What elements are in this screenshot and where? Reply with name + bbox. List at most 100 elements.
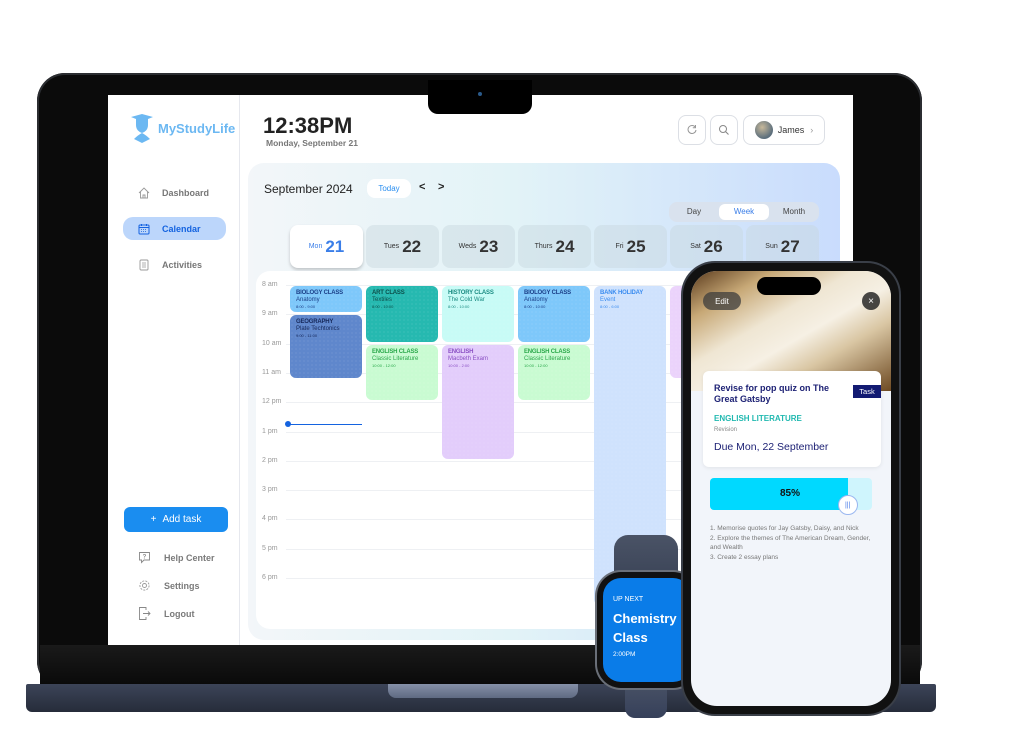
hour-label: 3 pm <box>262 486 278 494</box>
user-menu-button[interactable]: James › <box>743 115 825 145</box>
day-header-weds[interactable]: Weds 23 <box>442 225 515 268</box>
hour-label: 6 pm <box>262 574 278 581</box>
prev-week-button[interactable]: < <box>419 181 425 193</box>
sidebar-item-activities[interactable]: Activities <box>123 253 226 276</box>
watch-event-title: Chemistry Class <box>613 611 677 645</box>
note-item: 2. Explore the themes of The American Dr… <box>710 534 871 552</box>
watch-screen[interactable]: UP NEXT Chemistry Class 2:00PM <box>603 578 691 682</box>
event-time: 10:00 - 12:00 <box>524 362 548 368</box>
sidebar-item-label: Activities <box>162 259 203 270</box>
close-icon[interactable]: × <box>862 292 880 310</box>
task-notes: 1. Memorise quotes for Jay Gatsby, Daisy… <box>710 524 875 562</box>
calendar-event[interactable]: BIOLOGY CLASS Anatomy 8:00 - 9:00 <box>290 286 362 313</box>
calendar-icon <box>138 223 150 234</box>
event-subtitle: Macbeth Exam <box>448 355 489 362</box>
graduate-logo-icon <box>131 114 153 143</box>
phone-screen: Edit × Revise for pop quiz on The Great … <box>691 271 891 706</box>
task-subject: ENGLISH LITERATURE <box>714 414 802 423</box>
search-icon <box>719 125 729 135</box>
calendar-event[interactable]: ENGLISH CLASS Classic Literature 10:00 - 1… <box>366 344 438 401</box>
hour-label: 11 am <box>262 368 281 376</box>
next-week-button[interactable]: > <box>438 181 444 193</box>
logo-text: MyStudyLife <box>158 120 236 136</box>
smartwatch: UP NEXT Chemistry Class 2:00PM <box>597 572 697 688</box>
view-day-tab[interactable]: Day <box>669 204 719 220</box>
avatar <box>754 121 773 139</box>
logout-link[interactable]: Logout <box>138 606 195 621</box>
up-next-label: UP NEXT <box>613 596 644 603</box>
edit-button[interactable]: Edit <box>703 292 741 310</box>
help-center-label: Help Center <box>164 552 215 563</box>
event-title: ENGLISH <box>448 348 474 355</box>
laptop-hinge-notch <box>388 684 578 698</box>
event-title: ART CLASS <box>372 290 405 296</box>
day-header-mon[interactable]: Mon 21 <box>290 225 363 268</box>
refresh-icon <box>687 125 697 134</box>
settings-link[interactable]: Settings <box>138 579 200 592</box>
week-day-headers: Mon 21 Tues 22 Weds 23 Thurs 24 Fri 25 Sat 26 Sun 27 <box>290 225 819 268</box>
day-header-tues[interactable]: Tues 22 <box>366 225 439 268</box>
add-task-button[interactable]: + Add task <box>124 507 228 532</box>
smartphone: Edit × Revise for pop quiz on The Great … <box>683 263 899 714</box>
task-due-date: Due Mon, 22 September <box>714 441 829 453</box>
day-name: Fri <box>615 243 624 250</box>
event-title: BANK HOLIDAY <box>600 290 644 296</box>
current-time-line <box>288 424 362 426</box>
calendar-event[interactable]: GEOGRAPHY Plate Techtonics 9:00 - 11:00 <box>290 315 362 379</box>
day-name: Sun <box>765 243 778 250</box>
clipboard-icon <box>139 259 149 270</box>
day-header-sat[interactable]: Sat 26 <box>670 225 743 268</box>
watch-event-time: 2:00PM <box>613 651 636 658</box>
event-subtitle: The Cold War <box>448 297 485 303</box>
calendar-event[interactable]: ART CLASS Textiles 8:00 - 10:00 <box>366 286 438 342</box>
event-title: ENGLISH CLASS <box>372 348 419 355</box>
logo[interactable]: MyStudyLife <box>130 113 235 143</box>
slider-handle-icon[interactable]: ||| <box>837 495 858 515</box>
calendar-event[interactable]: BIOLOGY CLASS Anatomy 8:00 - 10:00 <box>518 286 590 342</box>
day-header-sun[interactable]: Sun 27 <box>746 225 819 268</box>
event-time: 10:00 - 12:00 <box>372 362 396 368</box>
camera-notch <box>428 80 532 114</box>
logout-label: Logout <box>164 608 195 619</box>
view-week-tab[interactable]: Week <box>719 204 769 220</box>
refresh-button[interactable] <box>678 115 706 145</box>
help-icon: ? <box>139 552 150 564</box>
sidebar-item-label: Calendar <box>162 223 201 234</box>
event-subtitle: Plate Techtonics <box>296 326 340 333</box>
event-title: BIOLOGY CLASS <box>524 290 571 296</box>
event-subtitle: Anatomy <box>524 297 548 303</box>
device-mockup: MyStudyLife Dashboard Calendar Activitie… <box>0 0 1024 739</box>
day-name: Thurs <box>534 243 553 250</box>
calendar-event[interactable]: ENGLISH Macbeth Exam 10:00 - 2:00 <box>442 344 514 459</box>
event-time: 8:00 - 6:00 <box>600 304 620 309</box>
view-switcher: Day Week Month <box>669 202 819 222</box>
day-header-thurs[interactable]: Thurs 24 <box>518 225 591 268</box>
plus-icon: + <box>150 514 157 525</box>
hour-label: 1 pm <box>262 427 278 435</box>
current-date: Monday, September 21 <box>266 138 358 148</box>
chevron-right-icon: › <box>810 125 814 135</box>
user-name: James <box>777 125 805 135</box>
task-category: Revision <box>714 427 738 433</box>
day-number: 26 <box>703 236 723 256</box>
camera-icon <box>478 92 482 96</box>
calendar-event[interactable]: ENGLISH CLASS Classic Literature 10:00 - 1… <box>518 344 590 401</box>
event-title: BIOLOGY CLASS <box>296 290 343 296</box>
today-button[interactable]: Today <box>367 179 411 198</box>
search-button[interactable] <box>710 115 738 145</box>
help-center-link[interactable]: ? Help Center <box>138 551 215 564</box>
svg-text:?: ? <box>143 554 147 560</box>
home-icon <box>138 186 150 198</box>
view-month-tab[interactable]: Month <box>769 204 819 220</box>
calendar-event[interactable]: HISTORY CLASS The Cold War 8:00 - 10:00 <box>442 286 514 342</box>
month-title: September 2024 <box>264 182 353 196</box>
day-header-fri[interactable]: Fri 25 <box>594 225 667 268</box>
event-time: 8:00 - 10:00 <box>524 304 546 309</box>
hour-label: 5 pm <box>262 544 278 552</box>
day-number: 24 <box>555 236 575 256</box>
event-subtitle: Event <box>600 297 616 303</box>
event-subtitle: Classic Literature <box>524 355 571 362</box>
sidebar-item-dashboard[interactable]: Dashboard <box>123 181 226 204</box>
sidebar-item-calendar[interactable]: Calendar <box>123 217 226 240</box>
task-progress-slider[interactable]: 85% ||| <box>710 478 872 515</box>
